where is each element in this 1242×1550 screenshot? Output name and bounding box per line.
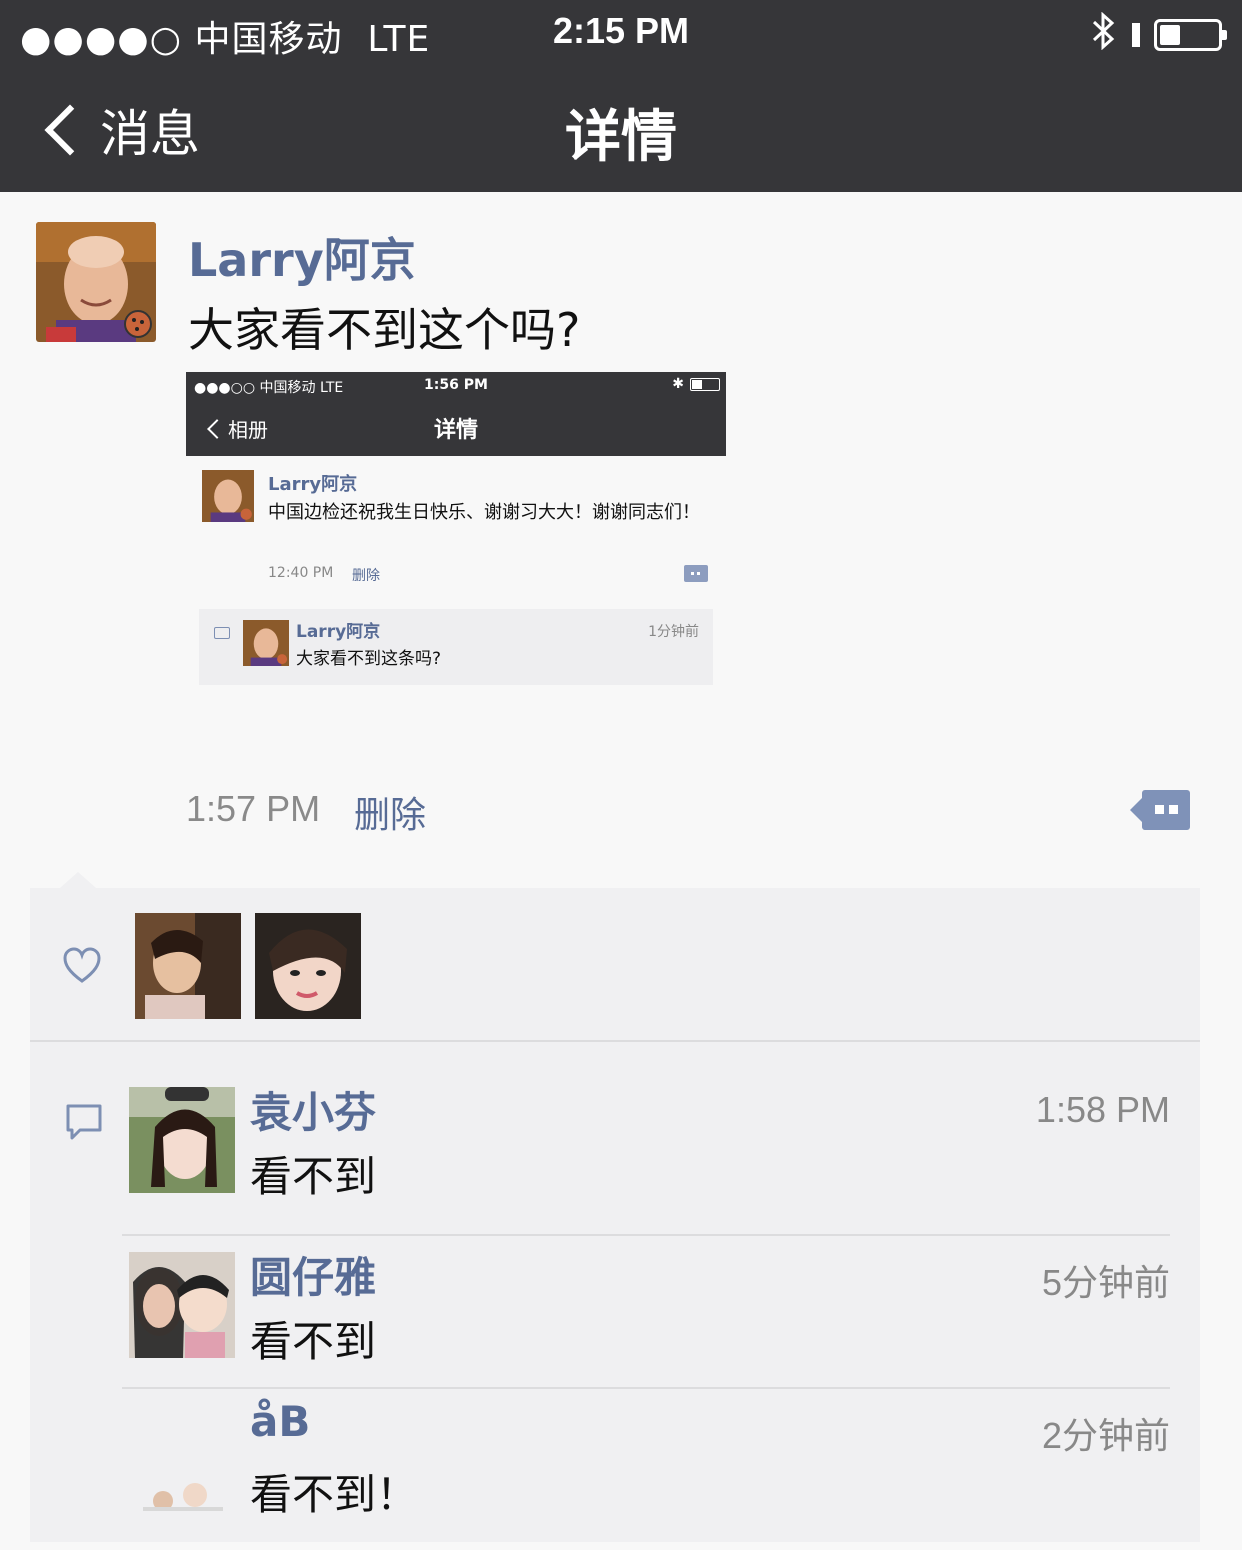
more-dot-icon — [1155, 805, 1164, 814]
battery-icon — [1154, 19, 1227, 51]
commenter-avatar[interactable] — [129, 1087, 235, 1193]
comment-time: 1:58 PM — [1035, 1089, 1170, 1130]
post-time: 1:57 PM — [186, 788, 321, 829]
image-comment-text: 大家看不到这条吗? — [296, 649, 442, 669]
author-name[interactable]: Larry阿京 — [188, 224, 416, 290]
image-more-icon — [684, 565, 708, 582]
commenter-avatar[interactable] — [129, 1405, 235, 1511]
commenter-avatar[interactable] — [129, 1252, 235, 1358]
interaction-panel: 袁小芬 看不到 1:58 PM 圆仔雅 看不到 5分钟前 åB 看不到！ 2分钟… — [30, 888, 1200, 1542]
image-title: 详情 — [433, 418, 478, 443]
liker-avatar[interactable] — [135, 913, 241, 1019]
image-status-time: 1:56 PM — [424, 377, 488, 393]
post-image[interactable]: ●●●○○ 中国移动 LTE 1:56 PM ✱ 相册 详情 Larry阿京 中… — [186, 372, 726, 692]
image-comment-box: Larry阿京 大家看不到这条吗? 1分钟前 — [199, 609, 713, 685]
image-author-avatar — [202, 470, 254, 522]
delete-button[interactable]: 删除 — [354, 786, 426, 838]
comment-divider — [122, 1234, 1170, 1236]
commenter-name[interactable]: 袁小芬 — [250, 1079, 376, 1140]
comment-text: 看不到！ — [250, 1470, 419, 1519]
comment-more-button[interactable] — [1130, 790, 1190, 830]
image-author-name: Larry阿京 — [268, 474, 358, 495]
image-nav-bar: 相册 详情 — [186, 400, 726, 456]
author-avatar[interactable] — [36, 222, 156, 342]
image-battery-icon — [690, 377, 720, 391]
image-status-bar: ●●●○○ 中国移动 LTE 1:56 PM ✱ — [186, 372, 726, 400]
image-status-right: ✱ — [672, 376, 720, 392]
comment-text: 看不到 — [250, 1152, 377, 1201]
comment-time: 2分钟前 — [1041, 1415, 1170, 1456]
liker-avatar[interactable] — [255, 913, 361, 1019]
image-bluetooth-icon: ✱ — [672, 376, 684, 392]
comment-divider — [122, 1387, 1170, 1389]
image-comment-icon — [214, 627, 230, 639]
bluetooth-battery-icon — [1132, 23, 1140, 47]
post-text: 大家看不到这个吗? — [188, 303, 581, 357]
image-comment-avatar — [243, 620, 289, 666]
bluetooth-icon — [1090, 11, 1118, 58]
image-post-text: 中国边检还祝我生日快乐、谢谢习大大！谢谢同志们！ — [268, 502, 700, 523]
status-right — [1090, 11, 1227, 58]
panel-pointer — [60, 872, 96, 888]
comment-bubble-icon — [66, 1104, 102, 1140]
likes-row — [30, 888, 1200, 1042]
heart-icon — [63, 947, 101, 983]
image-comment-time: 1分钟前 — [648, 624, 699, 640]
more-dot-icon — [1169, 805, 1178, 814]
image-post-time: 12:40 PM — [268, 565, 334, 581]
commenter-name[interactable]: åB — [250, 1397, 310, 1446]
comment-time: 5分钟前 — [1041, 1262, 1170, 1303]
page-title: 详情 — [565, 105, 677, 170]
nav-bar: 消息 详情 — [0, 62, 1242, 192]
comment-text: 看不到 — [250, 1317, 377, 1366]
image-delete-label: 删除 — [352, 568, 380, 584]
status-time: 2:15 PM — [552, 10, 690, 51]
commenter-name[interactable]: 圆仔雅 — [250, 1244, 376, 1305]
status-bar: ●●●●○ 中国移动 LTE 2:15 PM — [0, 0, 1242, 62]
image-comment-name: Larry阿京 — [296, 622, 381, 642]
